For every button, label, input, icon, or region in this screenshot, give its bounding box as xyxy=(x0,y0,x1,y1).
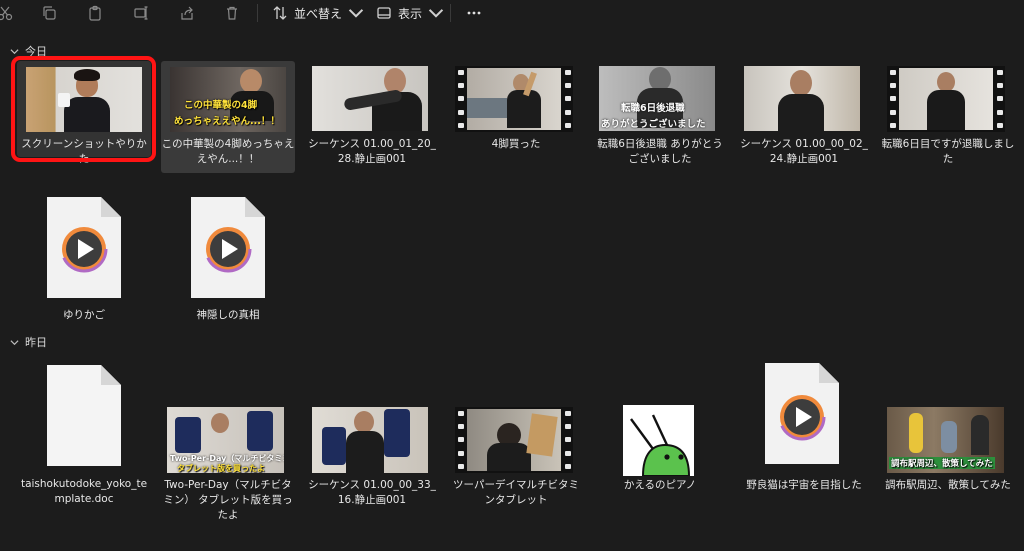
sort-menu-button[interactable]: 並べ替え xyxy=(272,3,364,23)
red-highlight-box xyxy=(11,56,156,162)
file-item[interactable]: 野良猫は宇宙を目指した xyxy=(737,355,871,505)
toolbar-separator xyxy=(257,4,258,22)
rename-icon[interactable] xyxy=(130,3,152,23)
thumbnail-caption: 調布駅周辺、散策してみた xyxy=(889,457,995,469)
media-file-icon xyxy=(763,361,841,466)
file-item[interactable]: Two-Per-Day（マルチビタミン） タブレット版を買ったよ Two-Per… xyxy=(161,355,295,525)
video-filmstrip-thumbnail xyxy=(455,66,573,132)
file-name: 転職6日後退職 ありがとうございました xyxy=(597,138,723,165)
view-label: 表示 xyxy=(398,6,423,21)
thumbnail-caption: タブレット版を買ったよ xyxy=(177,464,265,473)
image-thumbnail xyxy=(312,407,428,473)
file-name: この中華製の4脚めっちゃええやん...！！ xyxy=(161,138,295,165)
file-item[interactable]: シーケンス 01.00_00_33_16.静止画001 xyxy=(305,355,439,525)
file-name: ゆりかご xyxy=(63,309,105,321)
file-item[interactable]: taishokutodoke_yoko_template.doc xyxy=(17,355,151,515)
file-item[interactable]: かえるのピアノ xyxy=(593,355,727,505)
file-name: かえるのピアノ xyxy=(623,479,697,491)
image-thumbnail xyxy=(312,66,428,131)
command-bar: 並べ替え 表示 xyxy=(0,0,1024,27)
chevron-down-icon xyxy=(348,9,364,18)
file-item[interactable]: 転職6日目ですが退職しました xyxy=(881,61,1015,173)
file-item[interactable]: 調布駅周辺、散策してみた 調布駅周辺、散策してみた xyxy=(881,355,1015,525)
file-name: シーケンス 01.00_00_02_24.静止画001 xyxy=(740,138,868,165)
file-item[interactable]: この中華製の4脚 めっちゃええやん...！！ この中華製の4脚めっちゃええやん.… xyxy=(161,61,295,173)
file-item[interactable]: シーケンス 01.00_01_20_28.静止画001 xyxy=(305,61,439,173)
thumbnail-caption: 転職6日後退職 xyxy=(621,103,685,114)
share-icon[interactable] xyxy=(176,3,198,23)
more-icon[interactable] xyxy=(463,3,485,23)
image-thumbnail xyxy=(623,405,694,476)
copy-icon[interactable] xyxy=(38,3,60,23)
file-name: シーケンス 01.00_01_20_28.静止画001 xyxy=(308,138,436,165)
media-file-icon xyxy=(45,195,123,300)
file-name: ツーパーデイマルチビタミンタブレット xyxy=(453,479,579,506)
thumbnail-caption: めっちゃええやん...！！ xyxy=(174,116,280,127)
chevron-down-icon xyxy=(10,48,19,54)
cut-icon[interactable] xyxy=(0,3,16,23)
document-file-icon xyxy=(45,363,123,468)
video-filmstrip-thumbnail xyxy=(455,407,573,473)
image-thumbnail: 転職6日後退職 ありがとうございました xyxy=(599,66,715,131)
file-item[interactable]: 転職6日後退職 ありがとうございました 転職6日後退職 ありがとうございました xyxy=(593,61,727,173)
media-file-icon xyxy=(189,195,267,300)
sort-icon xyxy=(273,6,287,20)
image-thumbnail xyxy=(744,66,860,131)
chevron-down-icon xyxy=(428,9,444,18)
video-thumbnail: この中華製の4脚 めっちゃええやん...！！ xyxy=(170,67,286,132)
file-item[interactable]: 神隠しの真相 xyxy=(161,185,295,330)
delete-icon[interactable] xyxy=(221,3,243,23)
video-filmstrip-thumbnail xyxy=(887,66,1005,132)
group-header-yesterday[interactable]: 昨日 xyxy=(10,334,47,350)
thumbnail-caption: ありがとうございました xyxy=(601,119,706,130)
file-name: 調布駅周辺、散策してみた xyxy=(885,479,1011,491)
file-name: Two-Per-Day（マルチビタミン） タブレット版を買ったよ xyxy=(163,479,293,521)
chevron-down-icon xyxy=(10,339,19,345)
file-name: シーケンス 01.00_00_33_16.静止画001 xyxy=(308,479,436,506)
view-menu-button[interactable]: 表示 xyxy=(376,3,444,23)
sort-label: 並べ替え xyxy=(294,6,343,21)
file-name: 4脚買った xyxy=(491,138,541,150)
file-name: taishokutodoke_yoko_template.doc xyxy=(20,478,148,505)
video-thumbnail: 調布駅周辺、散策してみた xyxy=(887,407,1004,473)
group-label: 昨日 xyxy=(25,336,47,349)
thumbnail-caption: この中華製の4脚 xyxy=(184,100,258,111)
file-item[interactable]: 4脚買った xyxy=(449,61,583,173)
toolbar-separator xyxy=(450,4,451,22)
view-icon xyxy=(377,7,391,19)
file-item[interactable]: ツーパーデイマルチビタミンタブレット xyxy=(449,355,583,515)
video-thumbnail: Two-Per-Day（マルチビタミン） タブレット版を買ったよ xyxy=(167,407,284,473)
frog-illustration xyxy=(630,414,691,476)
file-name: 野良猫は宇宙を目指した xyxy=(746,479,862,491)
file-name: 転職6日目ですが退職しました xyxy=(881,138,1015,165)
file-name: 神隠しの真相 xyxy=(196,309,260,321)
file-item[interactable]: シーケンス 01.00_00_02_24.静止画001 xyxy=(737,61,871,173)
file-item[interactable]: ゆりかご xyxy=(17,185,151,330)
paste-icon[interactable] xyxy=(84,3,106,23)
